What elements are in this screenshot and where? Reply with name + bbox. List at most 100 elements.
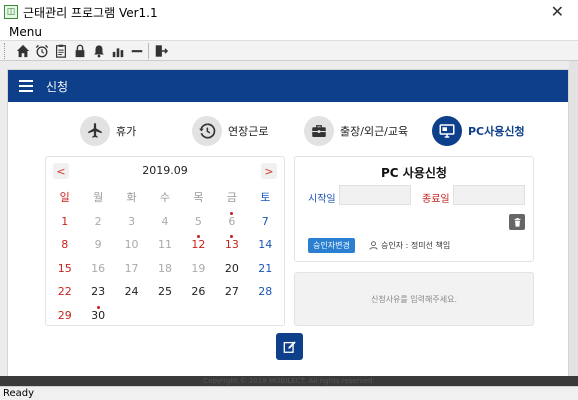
calendar-day[interactable]: 24 <box>115 280 148 304</box>
calendar-day[interactable]: 2 <box>81 210 114 234</box>
delete-button[interactable] <box>509 214 525 230</box>
calendar-empty-cell <box>182 304 215 328</box>
tab-pc-usage[interactable]: PC사용신청 <box>432 114 525 148</box>
weekday-header: 수 <box>159 191 171 204</box>
reason-textarea[interactable]: 신청사유를 입력해주세요. <box>294 272 534 326</box>
tab-vacation[interactable]: 휴가 <box>80 114 136 148</box>
status-text: Ready <box>3 388 35 399</box>
home-icon[interactable] <box>14 42 32 60</box>
menu-bar: Menu <box>0 24 578 40</box>
calendar-day[interactable]: 20 <box>215 257 248 281</box>
calendar-day[interactable]: 6 <box>215 210 248 234</box>
calendar-day[interactable]: 15 <box>48 257 81 281</box>
start-date-label: 시작일 <box>308 194 336 205</box>
trash-icon <box>514 217 520 227</box>
tab-label: 연장근로 <box>228 125 269 138</box>
weekday-header: 월 <box>93 191 104 204</box>
app-icon: ◫ <box>4 5 18 19</box>
calendar-day[interactable]: 4 <box>148 210 181 234</box>
calendar-day[interactable]: 8 <box>48 233 81 257</box>
calendar-day[interactable]: 5 <box>182 210 215 234</box>
page-title: 신청 <box>46 79 69 94</box>
exit-icon[interactable] <box>152 42 170 60</box>
calendar-day[interactable]: 23 <box>81 280 114 304</box>
end-date-label: 종료일 <box>422 194 450 205</box>
toolbar-grip <box>4 42 8 59</box>
tab-label: 출장/외근/교육 <box>340 125 409 138</box>
airplane-icon <box>80 116 110 146</box>
menu-item-menu[interactable]: Menu <box>9 24 42 40</box>
bar-chart-icon[interactable] <box>109 42 127 60</box>
edit-icon <box>283 340 296 353</box>
calendar-day[interactable]: 16 <box>81 257 114 281</box>
request-type-tabs: 휴가 연장근로 출장/외근/교육 PC사용신청 <box>8 114 568 148</box>
calendar-day[interactable]: 7 <box>249 210 282 234</box>
calendar-day[interactable]: 14 <box>249 233 282 257</box>
calendar-day[interactable]: 26 <box>182 280 215 304</box>
toolbar <box>0 40 578 61</box>
calendar-day[interactable]: 9 <box>81 233 114 257</box>
monitor-icon <box>432 116 462 146</box>
calendar-day[interactable]: 27 <box>215 280 248 304</box>
title-bar: ◫ 근태관리 프로그램 Ver1.1 ✕ <box>0 0 578 24</box>
calendar-header: < 2019.09 > <box>46 157 284 185</box>
calendar-empty-cell <box>148 304 181 328</box>
calendar-grid: 일 월 화 수 목 금 토 1 2 3 4 5 6 7 8 9 10 11 12 13 14 15 16 17 18 19 20 21… <box>48 186 282 327</box>
calendar-day[interactable]: 25 <box>148 280 181 304</box>
change-approver-button[interactable]: 승인자변경 <box>308 238 355 253</box>
calendar-month: 2019.09 <box>142 164 188 177</box>
hamburger-menu-icon[interactable] <box>19 80 33 92</box>
close-button[interactable]: ✕ <box>551 2 564 21</box>
calendar-day[interactable]: 29 <box>48 304 81 328</box>
bell-icon[interactable] <box>90 42 108 60</box>
content-area: 신청 휴가 연장근로 출장/외근/교육 PC사용신청 < 2019.09 > 일… <box>0 61 578 385</box>
end-date-input[interactable] <box>453 185 525 205</box>
form-title: PC 사용신청 <box>381 166 447 180</box>
toolbar-separator <box>148 42 149 59</box>
start-date-input[interactable] <box>339 185 411 205</box>
calendar-day[interactable]: 19 <box>182 257 215 281</box>
briefcase-icon <box>304 116 334 146</box>
approver-info: 승인자 : 정미선 책임 <box>369 238 450 253</box>
tab-overtime[interactable]: 연장근로 <box>192 114 268 148</box>
tab-business-trip[interactable]: 출장/외근/교육 <box>304 114 408 148</box>
calendar: < 2019.09 > 일 월 화 수 목 금 토 1 2 3 4 5 6 7 8 9 10 11 12 13 14 15… <box>45 156 285 326</box>
calendar-empty-cell <box>249 304 282 328</box>
approver-text: 승인자 : 정미선 책임 <box>381 241 451 250</box>
calendar-empty-cell <box>215 304 248 328</box>
next-month-button[interactable]: > <box>261 163 277 179</box>
calendar-empty-cell <box>115 304 148 328</box>
calendar-day[interactable]: 3 <box>115 210 148 234</box>
document-icon[interactable] <box>52 42 70 60</box>
weekday-header: 일 <box>59 191 70 204</box>
status-bar: Ready <box>0 386 578 400</box>
pc-request-form: PC 사용신청 시작일 종료일 승인자변경 승인자 : 정미선 책임 <box>294 156 534 262</box>
calendar-day[interactable]: 28 <box>249 280 282 304</box>
header-bar: 신청 <box>8 70 568 102</box>
calendar-day[interactable]: 21 <box>249 257 282 281</box>
weekday-header: 토 <box>260 191 271 204</box>
main-panel: 신청 휴가 연장근로 출장/외근/교육 PC사용신청 < 2019.09 > 일… <box>7 69 569 385</box>
calendar-day[interactable]: 1 <box>48 210 81 234</box>
submit-button[interactable] <box>276 333 303 360</box>
tab-label: 휴가 <box>116 125 137 138</box>
calendar-day[interactable]: 17 <box>115 257 148 281</box>
calendar-day[interactable]: 30 <box>81 304 114 328</box>
calendar-day[interactable]: 12 <box>182 233 215 257</box>
lock-icon[interactable] <box>71 42 89 60</box>
calendar-day[interactable]: 22 <box>48 280 81 304</box>
clock-history-icon <box>192 116 222 146</box>
minus-icon[interactable] <box>128 42 146 60</box>
weekday-header: 목 <box>193 191 204 204</box>
copyright-footer: Copyright © 2019 MOBILECT. All rights re… <box>0 376 578 386</box>
vertical-scrollbar[interactable] <box>569 61 578 376</box>
tab-label: PC사용신청 <box>468 125 525 138</box>
window-title: 근태관리 프로그램 Ver1.1 <box>23 5 158 20</box>
weekday-header: 금 <box>226 191 237 204</box>
calendar-day[interactable]: 11 <box>148 233 181 257</box>
alarm-clock-icon[interactable] <box>33 42 51 60</box>
calendar-day[interactable]: 13 <box>215 233 248 257</box>
calendar-day[interactable]: 18 <box>148 257 181 281</box>
calendar-day[interactable]: 10 <box>115 233 148 257</box>
weekday-header: 화 <box>126 191 137 204</box>
